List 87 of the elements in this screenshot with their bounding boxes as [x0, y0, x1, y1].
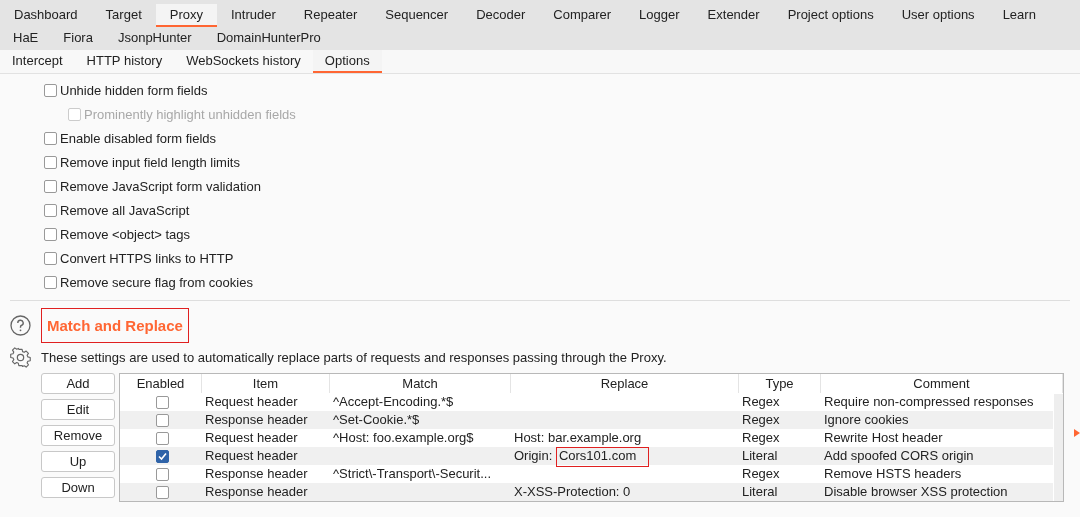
option-label: Enable disabled form fields	[60, 130, 217, 146]
option-label: Remove <object> tags	[60, 226, 191, 242]
checkbox[interactable]	[44, 203, 57, 217]
table-cell-text: Regex	[741, 429, 781, 447]
checkbox[interactable]	[156, 395, 169, 409]
action-button[interactable]: Remove	[41, 425, 115, 446]
table-cell-text: Regex	[741, 411, 781, 429]
action-button[interactable]: Add	[41, 373, 115, 394]
sub-tab[interactable]: Options	[312, 50, 382, 73]
main-tab[interactable]: Intruder	[217, 4, 290, 27]
option-label: Unhide hidden form fields	[60, 82, 208, 98]
table-cell-text: Regex	[741, 465, 781, 483]
table-cell-text: Literal	[741, 483, 779, 501]
extension-tab[interactable]: Fiora	[50, 27, 105, 50]
option-label: Prominently highlight unhidden fields	[84, 106, 296, 122]
action-button[interactable]: Down	[41, 477, 115, 498]
table-row[interactable]: Request header ^Accept-Encoding.*$ Regex Require non-compressed responses	[120, 393, 1053, 411]
arrow-marker-icon	[1074, 429, 1080, 437]
main-tab[interactable]: Sequencer	[371, 4, 463, 27]
option-label: Remove secure flag from cookies	[60, 274, 253, 290]
table-cell-text: Rewrite Host header	[823, 429, 944, 447]
table-cell-text: Disable browser XSS protection	[823, 483, 1009, 501]
table-row[interactable]: Request header ^Host: foo.example.org$ Host: bar.example.org Regex Rewrite Host header	[120, 429, 1053, 447]
main-tab[interactable]: Proxy	[155, 4, 217, 27]
section-description: These settings are used to automatically replace parts of requests and responses passing through the Proxy.	[41, 349, 667, 365]
main-tab[interactable]: Repeater	[289, 4, 372, 27]
help-icon[interactable]	[10, 314, 31, 336]
table-cell: X-XSS-Protection: 0	[514, 484, 631, 499]
option-label: Convert HTTPS links to HTTP	[60, 250, 234, 266]
table-cell-text: ^Strict\-Transport\-Securit...	[332, 465, 493, 483]
sub-tab[interactable]: HTTP history	[74, 50, 175, 73]
checkbox[interactable]	[156, 485, 169, 499]
sub-tab[interactable]: WebSockets history	[174, 50, 313, 73]
table-cell: Origin:	[514, 448, 553, 463]
option-label: Remove input field length limits	[60, 154, 240, 170]
table-row[interactable]: Request header Origin: Cors101.com Literal Add spoofed CORS origin	[120, 447, 1053, 465]
main-tab[interactable]: Decoder	[462, 4, 540, 27]
option-label: Remove JavaScript form validation	[60, 178, 261, 194]
table-cell-text: ^Accept-Encoding.*$	[332, 393, 455, 411]
main-tab[interactable]: Project options	[773, 4, 888, 27]
table-cell-text: Request header	[204, 393, 299, 411]
table-cell-text: Regex	[741, 393, 781, 411]
table-cell-text: Ignore cookies	[823, 411, 910, 429]
table-row[interactable]: Response header ^Strict\-Transport\-Securit... Regex Remove HSTS headers	[120, 465, 1053, 483]
checkbox[interactable]	[156, 449, 169, 463]
table-cell-text: Remove HSTS headers	[823, 465, 963, 483]
settings-icon[interactable]	[10, 346, 31, 368]
checkbox[interactable]	[156, 467, 169, 481]
table-cell: Host: bar.example.org	[514, 430, 642, 445]
checkbox[interactable]	[156, 431, 169, 445]
table-cell-text: ^Set-Cookie.*$	[332, 411, 421, 429]
table-row[interactable]: Response header ^Set-Cookie.*$ Regex Ignore cookies	[120, 411, 1053, 429]
checkbox[interactable]	[44, 155, 57, 169]
highlighted-text: Cors101.com	[555, 447, 650, 467]
table-cell-text: Response header	[204, 465, 309, 483]
main-tab[interactable]: User options	[887, 4, 989, 27]
checkbox[interactable]	[44, 251, 57, 265]
checkbox[interactable]	[44, 227, 57, 241]
main-tab[interactable]: Dashboard	[0, 4, 92, 27]
table-cell-text: Request header	[204, 447, 299, 465]
table-cell-text: Response header	[204, 483, 309, 501]
checkbox[interactable]	[156, 413, 169, 427]
scrollbar[interactable]	[1054, 394, 1063, 501]
checkbox[interactable]	[44, 131, 57, 145]
sub-tab[interactable]: Intercept	[0, 50, 75, 73]
action-button[interactable]: Edit	[41, 399, 115, 420]
main-tab[interactable]: Extender	[693, 4, 774, 27]
main-tab[interactable]: Logger	[625, 4, 694, 27]
table-cell-text: ^Host: foo.example.org$	[332, 429, 475, 447]
table-cell-text: Add spoofed CORS origin	[823, 447, 975, 465]
extension-tab[interactable]: JsonpHunter	[104, 27, 204, 50]
table-cell-text: Literal	[741, 447, 779, 465]
extension-tab[interactable]: DomainHunterPro	[203, 27, 333, 50]
checkbox[interactable]	[44, 179, 57, 193]
checkbox[interactable]	[44, 83, 57, 97]
main-tab[interactable]: Learn	[988, 4, 1050, 27]
table-row[interactable]: Response header X-XSS-Protection: 0 Literal Disable browser XSS protection	[120, 483, 1053, 501]
option-label: Remove all JavaScript	[60, 202, 190, 218]
extension-tab[interactable]: HaE	[0, 27, 51, 50]
table-cell-text: Response header	[204, 411, 309, 429]
table-cell-text: Require non-compressed responses	[823, 393, 1035, 411]
table-cell-text: Request header	[204, 429, 299, 447]
main-tab[interactable]: Comparer	[539, 4, 626, 27]
action-button[interactable]: Up	[41, 451, 115, 472]
checkbox[interactable]	[44, 275, 57, 289]
main-tab[interactable]: Target	[91, 4, 156, 27]
section-title: Match and Replace	[41, 307, 189, 343]
